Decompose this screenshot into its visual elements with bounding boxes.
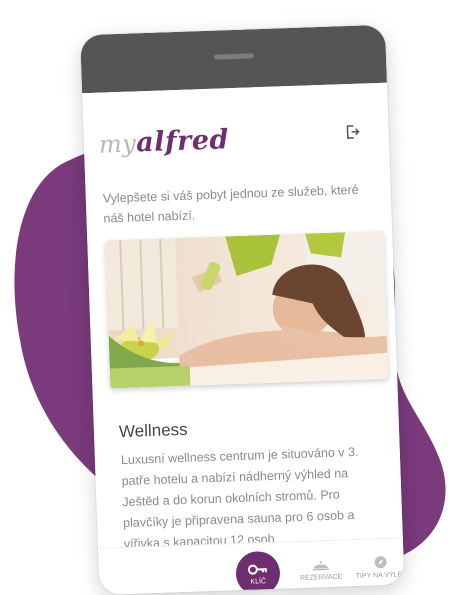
- bottom-tab-bar: KLÍČ REZERVACE TIPY NA VÝLET: [97, 537, 405, 595]
- phone-top-bezel: [80, 24, 387, 94]
- key-icon: [247, 564, 267, 575]
- app-screen: myalfred Vylepšete si váš pobyt jednou z…: [82, 82, 405, 595]
- tab-trip-tips[interactable]: TIPY NA VÝLET: [350, 554, 404, 580]
- tab-reservations[interactable]: REZERVACE: [291, 558, 352, 582]
- service-title: Wellness: [118, 419, 188, 442]
- phone-mockup: myalfred Vylepšete si váš pobyt jednou z…: [80, 24, 405, 595]
- tab-trip-tips-label: TIPY NA VÝLET: [355, 571, 405, 581]
- logo-name: alfred: [135, 124, 230, 159]
- logo-prefix: my: [98, 129, 137, 159]
- logout-icon[interactable]: [344, 124, 361, 141]
- compass-icon: [374, 556, 387, 569]
- cloche-icon: [312, 561, 329, 571]
- app-logo: myalfred: [98, 124, 229, 160]
- tab-key-label: KLÍČ: [250, 578, 267, 586]
- wellness-photo: [105, 230, 389, 389]
- tab-key[interactable]: KLÍČ: [235, 550, 281, 595]
- intro-text: Vylepšete si váš pobyt jednou ze služeb,…: [102, 182, 359, 226]
- phone-speaker: [213, 53, 254, 60]
- service-description: Luxusní wellness centrum je situováno v …: [120, 444, 359, 552]
